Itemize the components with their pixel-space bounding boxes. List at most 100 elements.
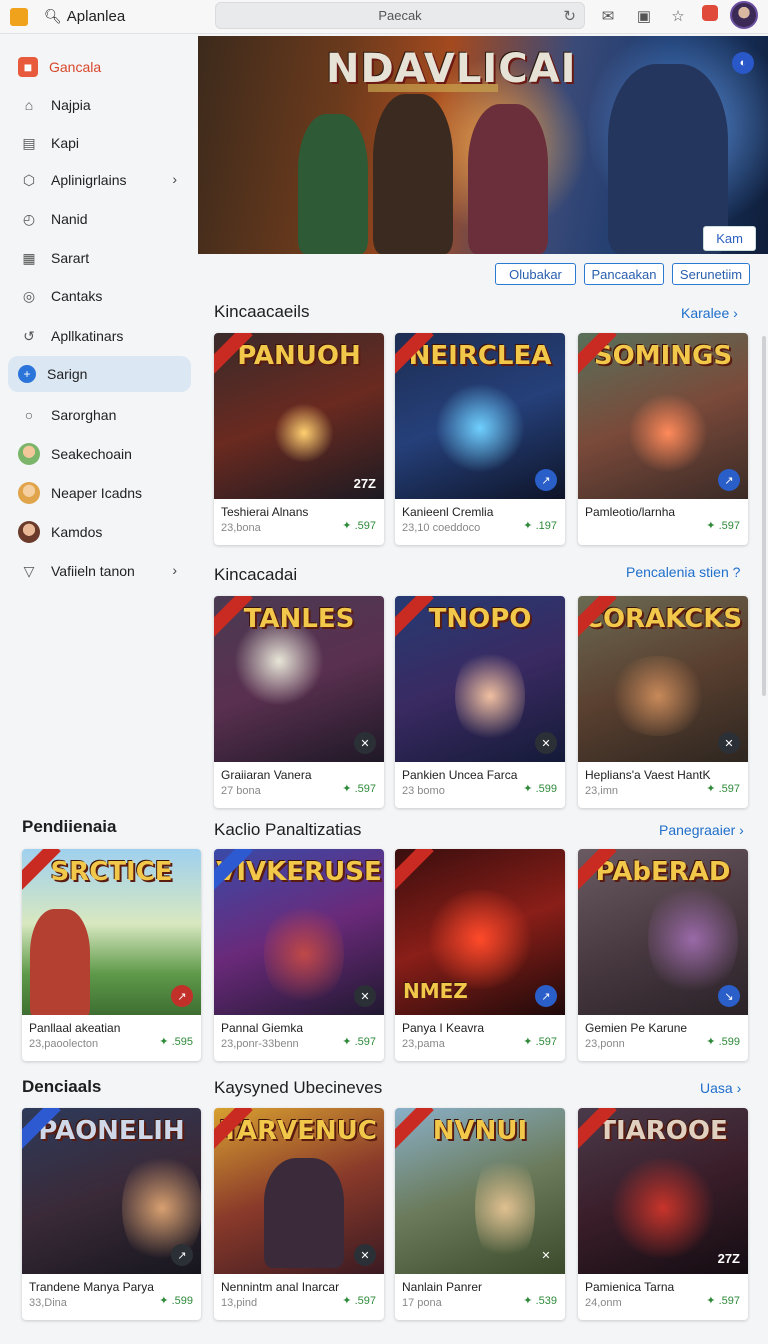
game-card[interactable]: CORAKCKS ✕ Heplians'a Vaest HantK 23,imn… [578,596,748,808]
hero-character [373,94,453,254]
art-glow [608,656,708,736]
action-icon[interactable]: ↘ [718,985,740,1007]
game-card[interactable]: NVNUI ✕ Nanlain Panrer 17 pona ✦ .539 [395,1108,565,1320]
game-name: Pannal Giemka [221,1021,304,1035]
chevron-right-icon: › [736,1080,742,1096]
scrollbar[interactable] [762,336,766,696]
game-card[interactable]: TARVENUC ✕ Nennintm anal Inarcar 13,pind… [214,1108,384,1320]
plus-circle-icon: + [18,365,36,383]
game-price: ✦ .197 [523,520,557,532]
art-glow [475,1148,535,1268]
chevron-right-icon: › [172,171,177,187]
sidebar-item-seakechoain[interactable]: Seakechoain [8,436,191,472]
sidebar-item-label: Sarorghan [51,407,117,423]
section-link[interactable]: Panegraaier › [659,822,744,838]
game-card[interactable]: SOMINGS ↗ Pamleotio/larnha ✦ .597 [578,333,748,545]
filter-chip[interactable]: Olubakar [495,263,576,285]
game-card[interactable]: SRCTICE ↗ Panllaal akeatian 23,paoolecto… [22,849,201,1061]
sidebar-item-sarart[interactable]: ▦ Sarart [8,240,191,276]
game-card[interactable]: TNOPO ✕ Pankien Uncea Farca 23 bomo ✦ .5… [395,596,565,808]
hero-button[interactable]: Kam [703,226,756,251]
sidebar-item-kamdos[interactable]: Kamdos [8,514,191,550]
game-art: PANUOH 27Z [214,333,384,499]
address-bar[interactable]: Paecak ↻ [215,2,585,29]
game-card[interactable]: TIAROOE 27Z Pamienica Tarna 24,onm ✦ .59… [578,1108,748,1320]
sidebar-item-vafiieln-tanon[interactable]: ▽ Vafiieln tanon › [8,553,191,589]
sidebar-item-kapi[interactable]: ▤ Kapi [8,125,191,161]
game-price: ✦ .597 [342,520,376,532]
sidebar-item-nanid[interactable]: ◴ Nanid [8,201,191,237]
sidebar-item-najpia[interactable]: ⌂ Najpia [8,87,191,123]
game-card[interactable]: PAbERAD ↘ Gemien Pe Karune 23,ponn ✦ .59… [578,849,748,1061]
game-meta: 13,pind [221,1297,258,1309]
notification-icon[interactable] [702,5,718,21]
action-icon[interactable]: ✕ [535,732,557,754]
mail-icon[interactable]: ✉ [598,6,618,26]
sidebar-item-sarorghan[interactable]: ○ Sarorghan [8,397,191,433]
top-bar: 🔍︎ Aplanlea Paecak ↻ ✉ ▣ ☆ [0,0,768,34]
price-value: 599 [538,783,557,795]
game-card[interactable]: NEIRCLEA ↗ Kanieenl Cremlia 23,10 coeddo… [395,333,565,545]
hero-badge-icon[interactable]: ◐ [732,52,754,74]
sidebar-item-gancala[interactable]: ■ Gancala [8,49,191,85]
game-art: VIVKERUSE ✕ [214,849,384,1015]
game-price: ✦ .597 [523,1036,557,1048]
game-card[interactable]: PANUOH 27Z Teshierai Alnans 23,bona ✦ .5… [214,333,384,545]
avatar[interactable] [730,1,758,29]
game-card[interactable]: VIVKERUSE ✕ Pannal Giemka 23,ponr-33benn… [214,849,384,1061]
section-link[interactable]: Karalee › [681,305,738,321]
sidebar-item-aplinigrlains[interactable]: ⬡ Aplinigrlains › [8,162,191,198]
game-name: Teshierai Alnans [221,505,309,519]
app-title-label: Aplanlea [66,8,126,25]
game-art: TNOPO ✕ [395,596,565,762]
app-logo[interactable] [10,7,28,26]
section-link[interactable]: Uasa › [700,1080,741,1096]
hero-character [298,114,368,254]
filter-chip[interactable]: Pancaakan [584,263,664,285]
game-price: ✦ .599 [706,1036,740,1048]
price-value: 597 [721,1295,740,1307]
art-figure [30,909,90,1015]
sidebar-item-cantaks[interactable]: ◎ Cantaks [8,278,191,314]
action-icon[interactable]: ↗ [718,469,740,491]
game-name: Heplians'a Vaest HantK [585,768,711,782]
reload-icon[interactable]: ↻ [563,7,576,25]
art-glow [425,889,535,989]
app-title[interactable]: 🔍︎ Aplanlea [44,8,125,25]
star-icon[interactable]: ☆ [668,6,688,26]
action-icon[interactable]: ✕ [354,985,376,1007]
hero-banner[interactable]: NDAVLICAI ◐ Kam [198,36,768,254]
circle-icon: ○ [24,407,34,423]
action-icon[interactable]: ✕ [354,1244,376,1266]
action-icon[interactable]: ✕ [354,732,376,754]
compass-icon: ◎ [22,287,36,304]
game-meta: 23,paoolecton [29,1038,99,1050]
sidebar-item-sarign[interactable]: + Sarign [8,356,191,392]
action-icon[interactable]: ✕ [718,732,740,754]
game-card[interactable]: NMEZ ↗ Panya I Keavra 23,pama ✦ .597 [395,849,565,1061]
action-icon[interactable]: ↗ [171,1244,193,1266]
game-art: CORAKCKS ✕ [578,596,748,762]
action-icon[interactable]: ↗ [535,469,557,491]
home-icon: ■ [18,57,38,77]
filter-chip[interactable]: Serunetiim [672,263,750,285]
action-icon[interactable]: ✕ [535,1244,557,1266]
action-icon[interactable]: ↗ [171,985,193,1007]
sidebar-item-label: Aplinigrlains [51,172,127,188]
game-card[interactable]: PAONELIH ↗ Trandene Manya Parya 33,Dina … [22,1108,201,1320]
section-link[interactable]: Pencalenia stien ? [626,564,740,580]
sidebar-item-apllkatinars[interactable]: ↺ Apllkatinars [8,318,191,354]
game-meta: 23,10 coeddoco [402,522,481,534]
game-meta: 23,ponn [585,1038,625,1050]
game-meta: 17 pona [402,1297,442,1309]
picture-icon: ▤ [22,134,36,151]
reader-icon[interactable]: ▣ [634,6,654,26]
tag-icon: ⬡ [22,171,36,188]
game-name: Pamienica Tarna [585,1280,675,1294]
section-title: Kaclio Panaltizatias [214,820,362,839]
game-card[interactable]: TANLES ✕ Graiiaran Vanera 27 bona ✦ .597 [214,596,384,808]
sidebar-item-neaper-icadns[interactable]: Neaper Icadns [8,475,191,511]
section-link-label: Pencalenia stien [626,564,729,580]
game-art: PAbERAD ↘ [578,849,748,1015]
action-icon[interactable]: ↗ [535,985,557,1007]
